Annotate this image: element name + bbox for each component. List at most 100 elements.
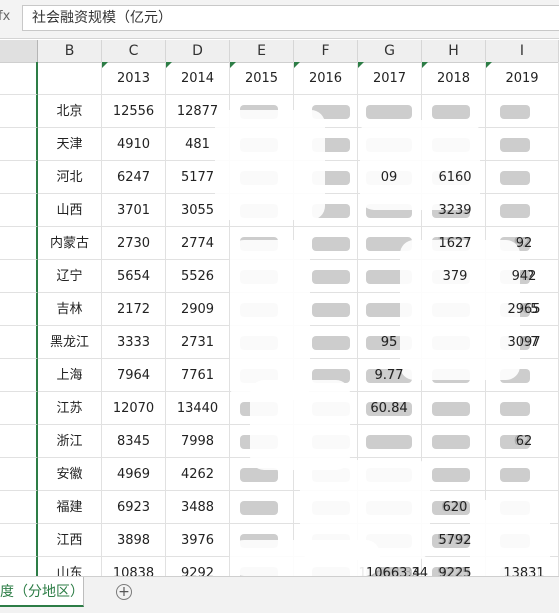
blurred-value — [240, 468, 278, 482]
value-cell-2014[interactable]: 9292 — [166, 557, 230, 576]
partial-value: 379 — [442, 269, 468, 284]
region-cell[interactable]: 山东 — [38, 557, 102, 576]
year-cell[interactable]: 2015 — [230, 62, 294, 95]
blurred-value — [500, 138, 530, 152]
cell-a[interactable] — [0, 326, 38, 359]
region-cell[interactable]: 江西 — [38, 524, 102, 557]
cell-b-year[interactable] — [38, 62, 102, 95]
blurred-value — [312, 303, 350, 317]
blurred-value — [432, 105, 470, 119]
cell-a[interactable] — [0, 95, 38, 128]
value-cell-2013[interactable]: 3333 — [102, 326, 166, 359]
value-cell-2013[interactable]: 5654 — [102, 260, 166, 293]
column-header-h[interactable]: H — [422, 40, 486, 62]
value-cell-2013[interactable]: 8345 — [102, 425, 166, 458]
column-header-a[interactable] — [0, 40, 38, 62]
region-cell[interactable]: 吉林 — [38, 293, 102, 326]
sheet-tab-active[interactable]: 度（分地区） — [0, 577, 84, 607]
year-header-row: 2013 2014 2015 2016 2017 2018 2019 — [0, 62, 559, 95]
value-cell-2013[interactable]: 2730 — [102, 227, 166, 260]
formula-input[interactable]: 社会融资规模（亿元） — [22, 5, 559, 31]
region-cell[interactable]: 北京 — [38, 95, 102, 128]
region-cell[interactable]: 福建 — [38, 491, 102, 524]
value-cell-2013[interactable]: 12070 — [102, 392, 166, 425]
cell-a[interactable] — [0, 458, 38, 491]
year-cell[interactable]: 2014 — [166, 62, 230, 95]
cell-a[interactable] — [0, 227, 38, 260]
year-cell[interactable]: 2017 — [358, 62, 422, 95]
blurred-value — [312, 237, 350, 251]
year-2016: 2016 — [308, 71, 343, 86]
cell-a[interactable] — [0, 293, 38, 326]
cell-a[interactable] — [0, 491, 38, 524]
value-cell-2014[interactable]: 5526 — [166, 260, 230, 293]
partial-value: 3097 — [507, 335, 541, 350]
comment-marker — [166, 62, 172, 68]
cell-a[interactable] — [0, 425, 38, 458]
value-cell-2014[interactable]: 3488 — [166, 491, 230, 524]
region-cell[interactable]: 河北 — [38, 161, 102, 194]
blurred-value — [432, 435, 470, 449]
column-header-d[interactable]: D — [166, 40, 230, 62]
spreadsheet-grid[interactable]: B C D E F G H I 2013 2014 2015 2016 2017… — [0, 40, 559, 576]
comment-marker — [294, 62, 300, 68]
value-cell-2014[interactable]: 4262 — [166, 458, 230, 491]
partial-value: 60.84 — [370, 401, 408, 416]
value-cell-2013[interactable]: 2172 — [102, 293, 166, 326]
year-cell[interactable]: 2019 — [486, 62, 559, 95]
value-cell-2014[interactable]: 13440 — [166, 392, 230, 425]
value-cell-2013[interactable]: 6923 — [102, 491, 166, 524]
year-cell[interactable]: 2013 — [102, 62, 166, 95]
column-header-e[interactable]: E — [230, 40, 294, 62]
value-cell-2013[interactable]: 7964 — [102, 359, 166, 392]
year-cell[interactable]: 2016 — [294, 62, 358, 95]
value-cell-2013[interactable]: 6247 — [102, 161, 166, 194]
column-header-row: B C D E F G H I — [0, 40, 559, 63]
column-header-b[interactable]: B — [38, 40, 102, 62]
cell-a-year[interactable] — [0, 62, 38, 95]
region-cell[interactable]: 浙江 — [38, 425, 102, 458]
value-cell-2013[interactable]: 4910 — [102, 128, 166, 161]
region-cell[interactable]: 山西 — [38, 194, 102, 227]
fx-icon[interactable]: fx — [0, 9, 10, 24]
add-sheet-icon[interactable]: + — [116, 584, 132, 600]
cell-a[interactable] — [0, 359, 38, 392]
year-2014: 2014 — [180, 71, 215, 86]
cell-a[interactable] — [0, 128, 38, 161]
blurred-value — [500, 105, 530, 119]
value-cell-2014[interactable]: 2909 — [166, 293, 230, 326]
value-cell-2014[interactable]: 7761 — [166, 359, 230, 392]
cell-a[interactable] — [0, 194, 38, 227]
cell-a[interactable] — [0, 557, 38, 576]
watermark-occlusion — [230, 240, 310, 400]
value-cell-2014[interactable]: 2774 — [166, 227, 230, 260]
value-cell-2014[interactable]: 7998 — [166, 425, 230, 458]
value-cell-2013[interactable]: 12556 — [102, 95, 166, 128]
region-cell[interactable]: 江苏 — [38, 392, 102, 425]
region-cell[interactable]: 辽宁 — [38, 260, 102, 293]
region-cell[interactable]: 安徽 — [38, 458, 102, 491]
value-cell-2013[interactable]: 3898 — [102, 524, 166, 557]
value-cell-2014[interactable]: 2731 — [166, 326, 230, 359]
blurred-value — [366, 435, 412, 449]
cell-a[interactable] — [0, 260, 38, 293]
column-header-g[interactable]: G — [358, 40, 422, 62]
value-cell-2013[interactable]: 3701 — [102, 194, 166, 227]
cell-a[interactable] — [0, 524, 38, 557]
column-header-i[interactable]: I — [486, 40, 559, 62]
cell-a[interactable] — [0, 392, 38, 425]
value-cell-2013[interactable]: 4969 — [102, 458, 166, 491]
region-cell[interactable]: 上海 — [38, 359, 102, 392]
region-cell[interactable]: 黑龙江 — [38, 326, 102, 359]
value-cell-2014[interactable]: 3976 — [166, 524, 230, 557]
blurred-value — [366, 105, 412, 119]
region-cell[interactable]: 内蒙古 — [38, 227, 102, 260]
year-cell[interactable]: 2018 — [422, 62, 486, 95]
value-cell-2013[interactable]: 10838 — [102, 557, 166, 576]
partial-value: 942 — [511, 269, 537, 284]
column-header-c[interactable]: C — [102, 40, 166, 62]
column-header-f[interactable]: F — [294, 40, 358, 62]
cell-a[interactable] — [0, 161, 38, 194]
region-cell[interactable]: 天津 — [38, 128, 102, 161]
blurred-value — [312, 336, 350, 350]
